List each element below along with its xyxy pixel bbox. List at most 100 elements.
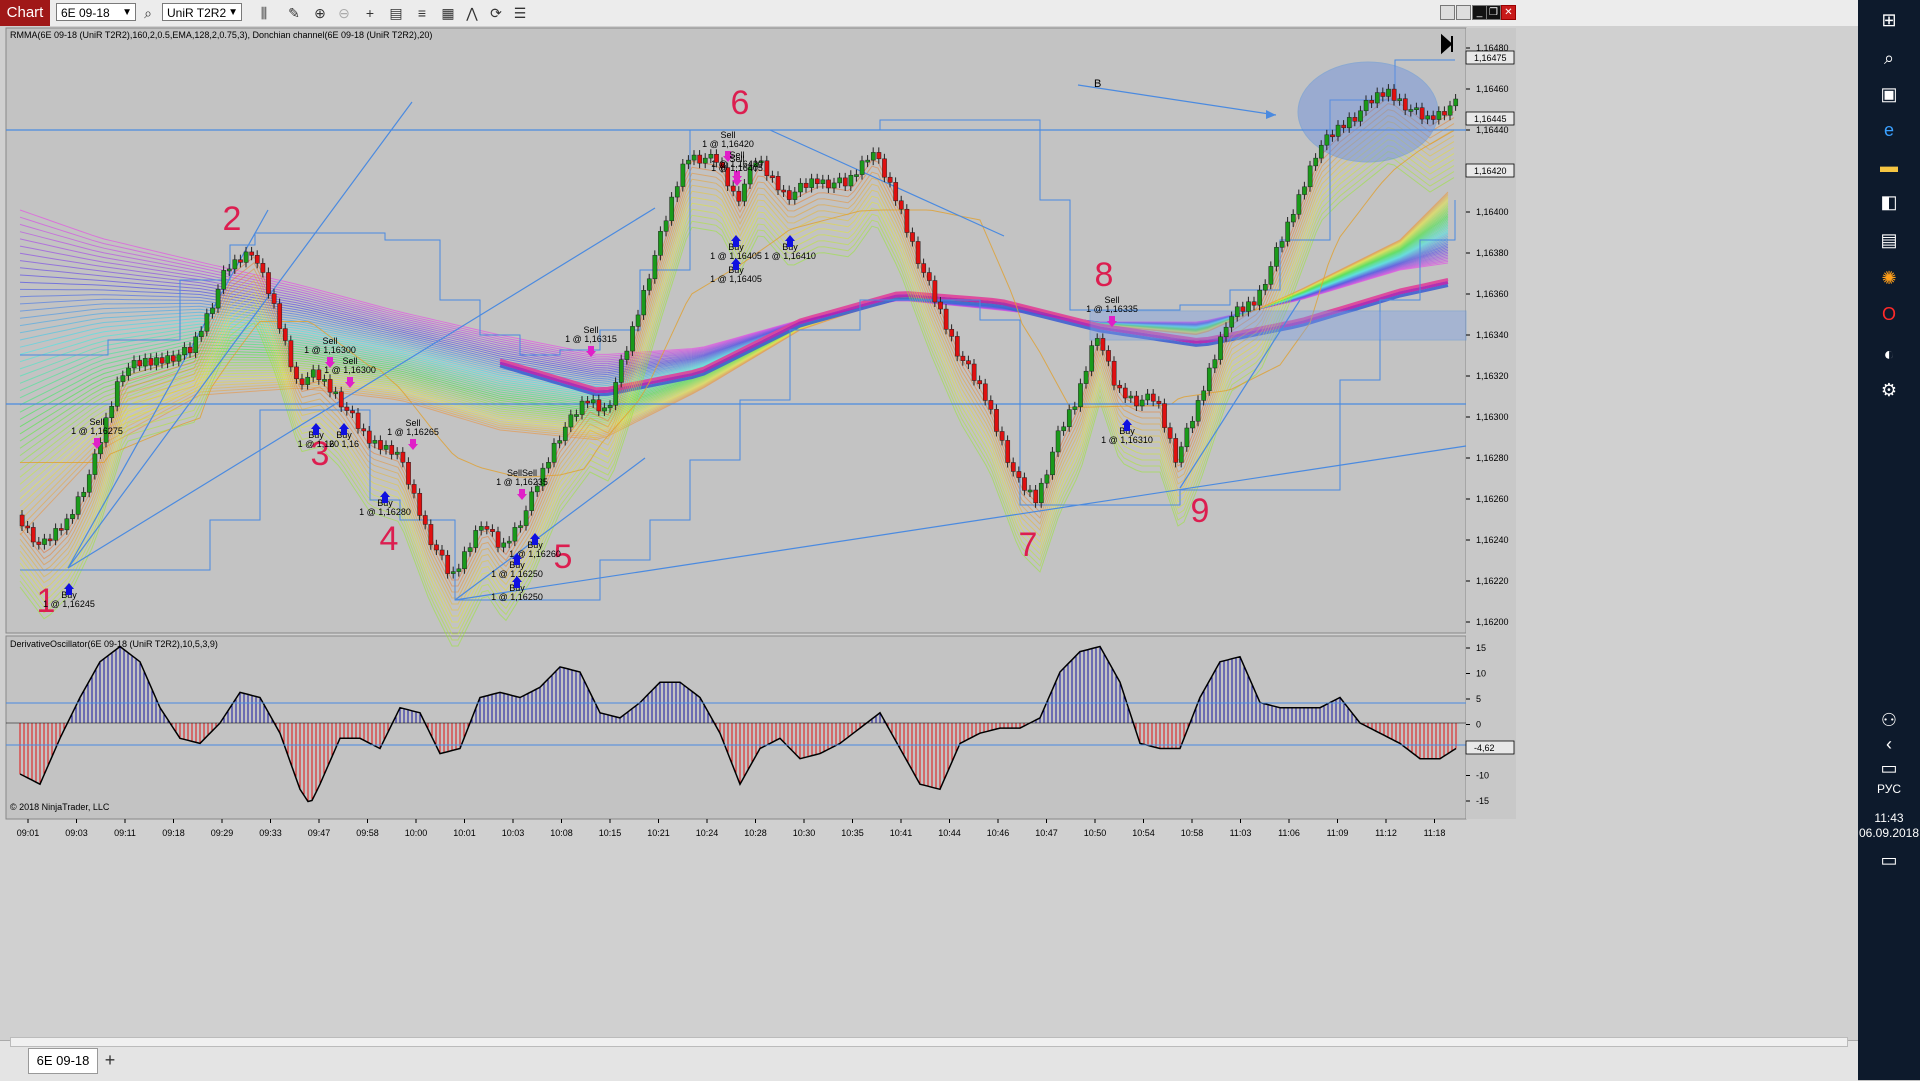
time-tick-label: 10:00	[405, 828, 428, 838]
candle-body	[562, 426, 568, 441]
wave-number: 7	[1019, 526, 1038, 564]
candle-body	[977, 380, 983, 385]
candle-body	[344, 406, 350, 411]
bar-style-icon[interactable]: ⫼	[254, 3, 274, 23]
candle-body	[506, 540, 512, 544]
candle-body	[1324, 134, 1330, 146]
price-tick-label: 1,16240	[1476, 535, 1509, 545]
candle-body	[288, 340, 294, 368]
candle-body	[775, 176, 781, 191]
bar-type-select[interactable]: UniR T2R2 ▼	[162, 3, 242, 21]
candle-body	[131, 360, 137, 369]
wave-number: 2	[223, 200, 242, 238]
time-tick-label: 10:21	[647, 828, 670, 838]
edge-browser-icon[interactable]: e	[1875, 116, 1903, 144]
candle-body	[53, 528, 59, 541]
candle-body	[1335, 124, 1341, 137]
candle-body	[327, 379, 333, 393]
search-icon[interactable]: ⌕	[1875, 44, 1903, 72]
candle-body	[590, 399, 596, 404]
templates-icon[interactable]: ▦	[438, 3, 458, 23]
app-icon[interactable]: ◐	[1875, 340, 1903, 368]
tab-instrument[interactable]: 6E 09-18	[28, 1048, 98, 1074]
oscillator-panel-title: DerivativeOscillator(6E 09-18 (UniR T2R2…	[10, 639, 218, 649]
trade-price-label: 1 @ 1,16235	[496, 477, 548, 487]
chart-svg[interactable]: 123456789 Sell1 @ 1,16275Buy1 @ 1,16245S…	[0, 26, 1858, 1040]
store-icon[interactable]: ◧	[1875, 188, 1903, 216]
properties-icon[interactable]: ▤	[386, 3, 406, 23]
zoom-in-icon[interactable]: ⊕	[310, 3, 330, 23]
price-tick-label: 1,16400	[1476, 207, 1509, 217]
candle-body	[350, 410, 355, 414]
candle-body	[641, 290, 647, 316]
zoom-out-icon[interactable]: ⊖	[334, 3, 354, 23]
candle-body	[596, 399, 602, 412]
candle-body	[921, 263, 927, 273]
candle-body	[1397, 98, 1403, 101]
candle-body	[848, 174, 854, 187]
candle-body	[803, 182, 809, 188]
candle-body	[1201, 390, 1207, 401]
candle-body	[473, 530, 479, 548]
crosshair-icon[interactable]: +	[360, 3, 380, 23]
window-option-button[interactable]	[1440, 5, 1455, 20]
candle-body	[204, 313, 210, 332]
task-view-icon[interactable]: ▣	[1875, 80, 1903, 108]
candle-body	[932, 280, 938, 303]
candle-body	[792, 191, 798, 200]
candle-body	[1167, 427, 1173, 439]
strategies-icon[interactable]: ⟳	[486, 3, 506, 23]
time-tick-label: 09:29	[211, 828, 234, 838]
osc-tick-label: 15	[1476, 643, 1486, 653]
trade-price-label: 1 @ 1,16250	[491, 592, 543, 602]
file-explorer-icon[interactable]: ▬	[1875, 152, 1903, 180]
candle-body	[282, 328, 288, 341]
chart-menu-button[interactable]: Chart	[0, 0, 50, 26]
candle-body	[137, 360, 143, 367]
trade-price-label: 1 @ 1,16265	[387, 427, 439, 437]
price-marker-label: 1,16475	[1474, 53, 1507, 63]
candle-body	[859, 160, 865, 175]
restore-button[interactable]: ❐	[1486, 5, 1501, 20]
windows-start-icon[interactable]: ⊞	[1875, 6, 1903, 34]
candle-body	[831, 182, 837, 189]
data-series-icon[interactable]: ≡	[412, 3, 432, 23]
network-icon[interactable]: ▭	[1875, 754, 1903, 782]
instrument-select[interactable]: 6E 09-18 ▼	[56, 3, 136, 21]
candle-body	[1279, 241, 1285, 248]
candle-body	[86, 474, 92, 493]
candle-body	[1262, 284, 1268, 291]
osc-tick-label: 10	[1476, 669, 1486, 679]
clock-date[interactable]: 06.09.2018	[1858, 826, 1920, 840]
candle-body	[1402, 98, 1408, 111]
list-icon[interactable]: ☰	[510, 3, 530, 23]
candle-body	[154, 357, 159, 366]
close-button[interactable]: ✕	[1501, 5, 1516, 20]
candle-body	[669, 196, 675, 222]
steam-icon[interactable]: ⚙	[1875, 376, 1903, 404]
candle-body	[680, 163, 686, 187]
candle-body	[708, 154, 714, 159]
candle-body	[820, 179, 826, 184]
indicators-icon[interactable]: ⋀	[462, 3, 482, 23]
add-tab-button[interactable]: +	[100, 1049, 120, 1071]
keyboard-language[interactable]: РУС	[1858, 782, 1920, 796]
price-axis-panel[interactable]	[1466, 28, 1516, 819]
notifications-icon[interactable]: ▭	[1875, 846, 1903, 874]
trade-price-label: 1 @ 1,16280	[359, 507, 411, 517]
candle-body	[1447, 105, 1453, 116]
app-icon[interactable]: ▤	[1875, 226, 1903, 254]
candle-body	[294, 366, 299, 380]
search-icon[interactable]: ⌕	[138, 3, 158, 23]
window-option-button[interactable]	[1456, 5, 1471, 20]
draw-pencil-icon[interactable]: ✎	[284, 3, 304, 23]
clock-time[interactable]: 11:43	[1858, 811, 1920, 825]
app-icon[interactable]: ✺	[1875, 264, 1903, 292]
chart-area[interactable]: 123456789 Sell1 @ 1,16275Buy1 @ 1,16245S…	[0, 26, 1858, 1040]
horizontal-scrollbar[interactable]	[10, 1037, 1848, 1047]
minimize-button[interactable]: _	[1472, 5, 1487, 20]
price-tick-label: 1,16380	[1476, 248, 1509, 258]
time-tick-label: 10:41	[890, 828, 913, 838]
candle-body	[518, 525, 523, 528]
opera-browser-icon[interactable]: O	[1875, 300, 1903, 328]
